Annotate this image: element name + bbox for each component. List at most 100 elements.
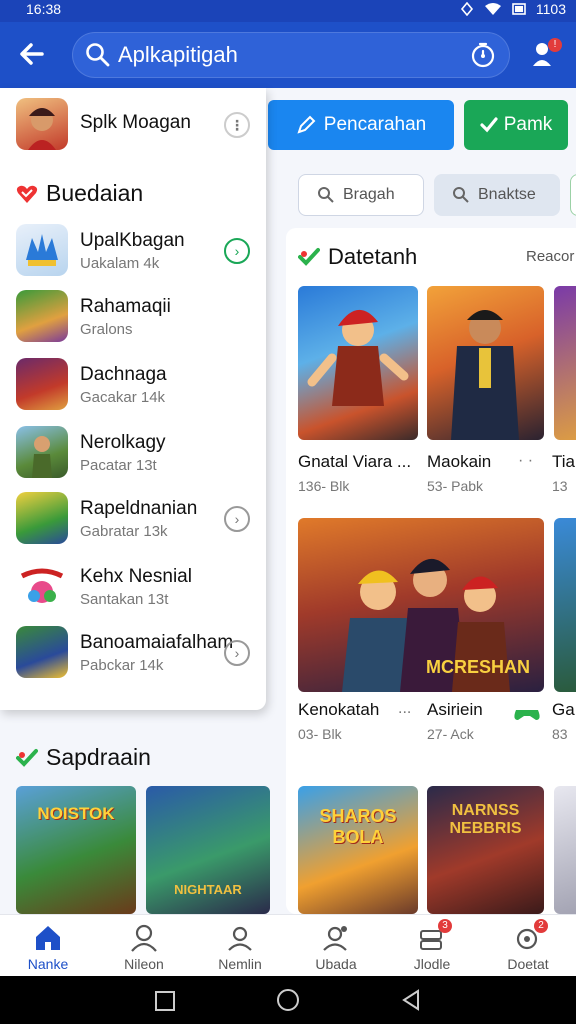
drawer-item-sub: Santakan 13t: [80, 591, 169, 608]
filter-chip[interactable]: [570, 174, 576, 216]
drawer-heading: Buedaian: [16, 180, 143, 207]
drawer-item-name: Splk Moagan: [80, 112, 191, 133]
timer-icon[interactable]: [470, 42, 496, 68]
secondary-button-label: Pamk: [503, 114, 553, 135]
lower-section-title: Sapdraain: [16, 744, 151, 771]
person-icon: [131, 924, 157, 952]
drawer-item[interactable]: UpalKbagan Uakalam 4k ›: [16, 224, 266, 280]
primary-button[interactable]: Pencarahan: [268, 100, 454, 150]
app-icon: [16, 492, 68, 544]
game-tile[interactable]: [554, 786, 576, 914]
drawer-item-name: Rahamaqii: [80, 296, 171, 317]
game-tile[interactable]: NARNSS NEBBRIS: [427, 786, 544, 914]
drawer-item[interactable]: Rapeldnanian Gabratar 13k ›: [16, 492, 266, 548]
game-meta: 53- Pabk: [427, 478, 484, 494]
game-tile[interactable]: [427, 286, 544, 440]
drawer-item-sub: Gabratar 13k: [80, 523, 168, 540]
drawer-item-name: Rapeldnanian: [80, 498, 198, 519]
game-tile[interactable]: [298, 286, 418, 440]
drawer-item[interactable]: Banoamaiafalham Pabckar 14k ›: [16, 626, 266, 682]
drawer-item-sub: Gacakar 14k: [80, 389, 166, 406]
secondary-button[interactable]: Pamk: [464, 100, 568, 150]
battery-icon: [512, 3, 526, 15]
nav-item-home[interactable]: Nanke: [0, 915, 96, 977]
game-art: [307, 309, 409, 406]
nav-label: Nanke: [27, 956, 69, 972]
search-input[interactable]: Aplkapitigah: [118, 42, 238, 68]
more-vertical-icon[interactable]: ⋮: [224, 112, 250, 138]
back-arrow-icon[interactable]: [14, 36, 50, 72]
status-bar: 16:38 1103: [0, 0, 576, 22]
drawer-top-item[interactable]: Splk Moagan ⋮: [16, 98, 266, 154]
section-title-text: Datetanh: [328, 244, 418, 269]
game-tile[interactable]: NOISTOK: [16, 786, 136, 914]
filter-chip-label: Bragah: [343, 186, 395, 203]
app-icon: [16, 358, 68, 410]
more-options-icon[interactable]: · ·: [518, 452, 533, 470]
home-icon: [36, 926, 60, 950]
see-more-link[interactable]: Reacor: [526, 248, 574, 265]
game-tile[interactable]: [554, 518, 576, 692]
check-icon: [480, 117, 498, 133]
system-navigation-bar: [0, 976, 576, 1024]
app-icon: [16, 290, 68, 342]
controller-icon: [514, 710, 540, 720]
game-title: Maokain: [427, 452, 492, 471]
back-triangle-icon[interactable]: [400, 989, 422, 1011]
game-title: Asiriein: [427, 700, 483, 719]
game-tile[interactable]: [554, 286, 576, 440]
app-icon: [16, 560, 68, 612]
game-meta: 136- Blk: [298, 478, 350, 494]
nav-item-profile[interactable]: Nileon: [96, 915, 192, 977]
drawer-item-name: UpalKbagan: [80, 230, 185, 251]
game-tile-title: SHAROS BOLA: [319, 806, 397, 847]
status-time: 16:38: [26, 1, 62, 17]
search-bar[interactable]: Aplkapitigah: [72, 32, 510, 78]
search-icon: [453, 187, 469, 203]
drawer-item[interactable]: Dachnaga Gacakar 14k: [16, 358, 266, 414]
nav-item-account[interactable]: Nemlin: [192, 915, 288, 977]
app-icon: [16, 224, 68, 276]
app-icon: [16, 98, 68, 150]
app-icon: [16, 426, 68, 478]
nav-label: Nileon: [124, 956, 164, 972]
download-progress-icon[interactable]: ›: [224, 238, 250, 264]
game-art: [451, 310, 519, 440]
game-meta: 03- Blk: [298, 726, 342, 742]
game-tile[interactable]: NIGHTAAR: [146, 786, 270, 914]
banner-title: MCRESHAN: [425, 657, 530, 677]
game-meta: 83: [552, 726, 568, 742]
notification-badge: !: [548, 38, 562, 52]
game-tile-title: NOISTOK: [37, 804, 115, 823]
featured-banner[interactable]: MCRESHAN: [298, 518, 544, 692]
drawer-heading-text: Buedaian: [46, 180, 144, 206]
drawer-item[interactable]: Kehx Nesnial Santakan 13t: [16, 560, 266, 616]
nav-item-updates[interactable]: Ubada: [288, 915, 384, 977]
search-icon: [318, 187, 334, 203]
chevron-right-icon[interactable]: ›: [224, 640, 250, 666]
chevron-right-icon[interactable]: ›: [224, 506, 250, 532]
notification-badge: 3: [438, 919, 452, 933]
filter-chip[interactable]: Bnaktse: [434, 174, 560, 216]
nav-item-settings[interactable]: 2 Doetat: [480, 915, 576, 977]
wifi-icon: [484, 3, 501, 15]
drawer-item[interactable]: Nerolkagy Pacatar 13t: [16, 426, 266, 482]
profile-notification-icon[interactable]: !: [526, 36, 562, 72]
game-meta: 13: [552, 478, 568, 494]
nav-item-downloads[interactable]: 3 Jlodle: [384, 915, 480, 977]
home-circle-icon[interactable]: [276, 988, 300, 1012]
content-card: Datetanh Reacor Gnatal Viara ... 136- Bl…: [286, 228, 576, 914]
heart-icon: [16, 185, 38, 203]
game-tile[interactable]: SHAROS BOLA: [298, 786, 418, 914]
recents-icon[interactable]: [154, 990, 176, 1012]
more-options-icon[interactable]: ...: [398, 700, 411, 718]
filter-chip[interactable]: Bragah: [298, 174, 424, 216]
drawer-item[interactable]: Rahamaqii Gralons: [16, 290, 266, 346]
nav-label: Doetat: [507, 956, 549, 972]
user-outline-icon: [228, 926, 252, 951]
nav-label: Nemlin: [218, 956, 262, 972]
drawer-item-name: Dachnaga: [80, 364, 167, 385]
battery-text: 1103: [535, 1, 566, 17]
nav-label: Ubada: [315, 956, 357, 972]
main-content: Pencarahan Pamk Bragah Bnaktse Datetanh …: [268, 88, 576, 914]
